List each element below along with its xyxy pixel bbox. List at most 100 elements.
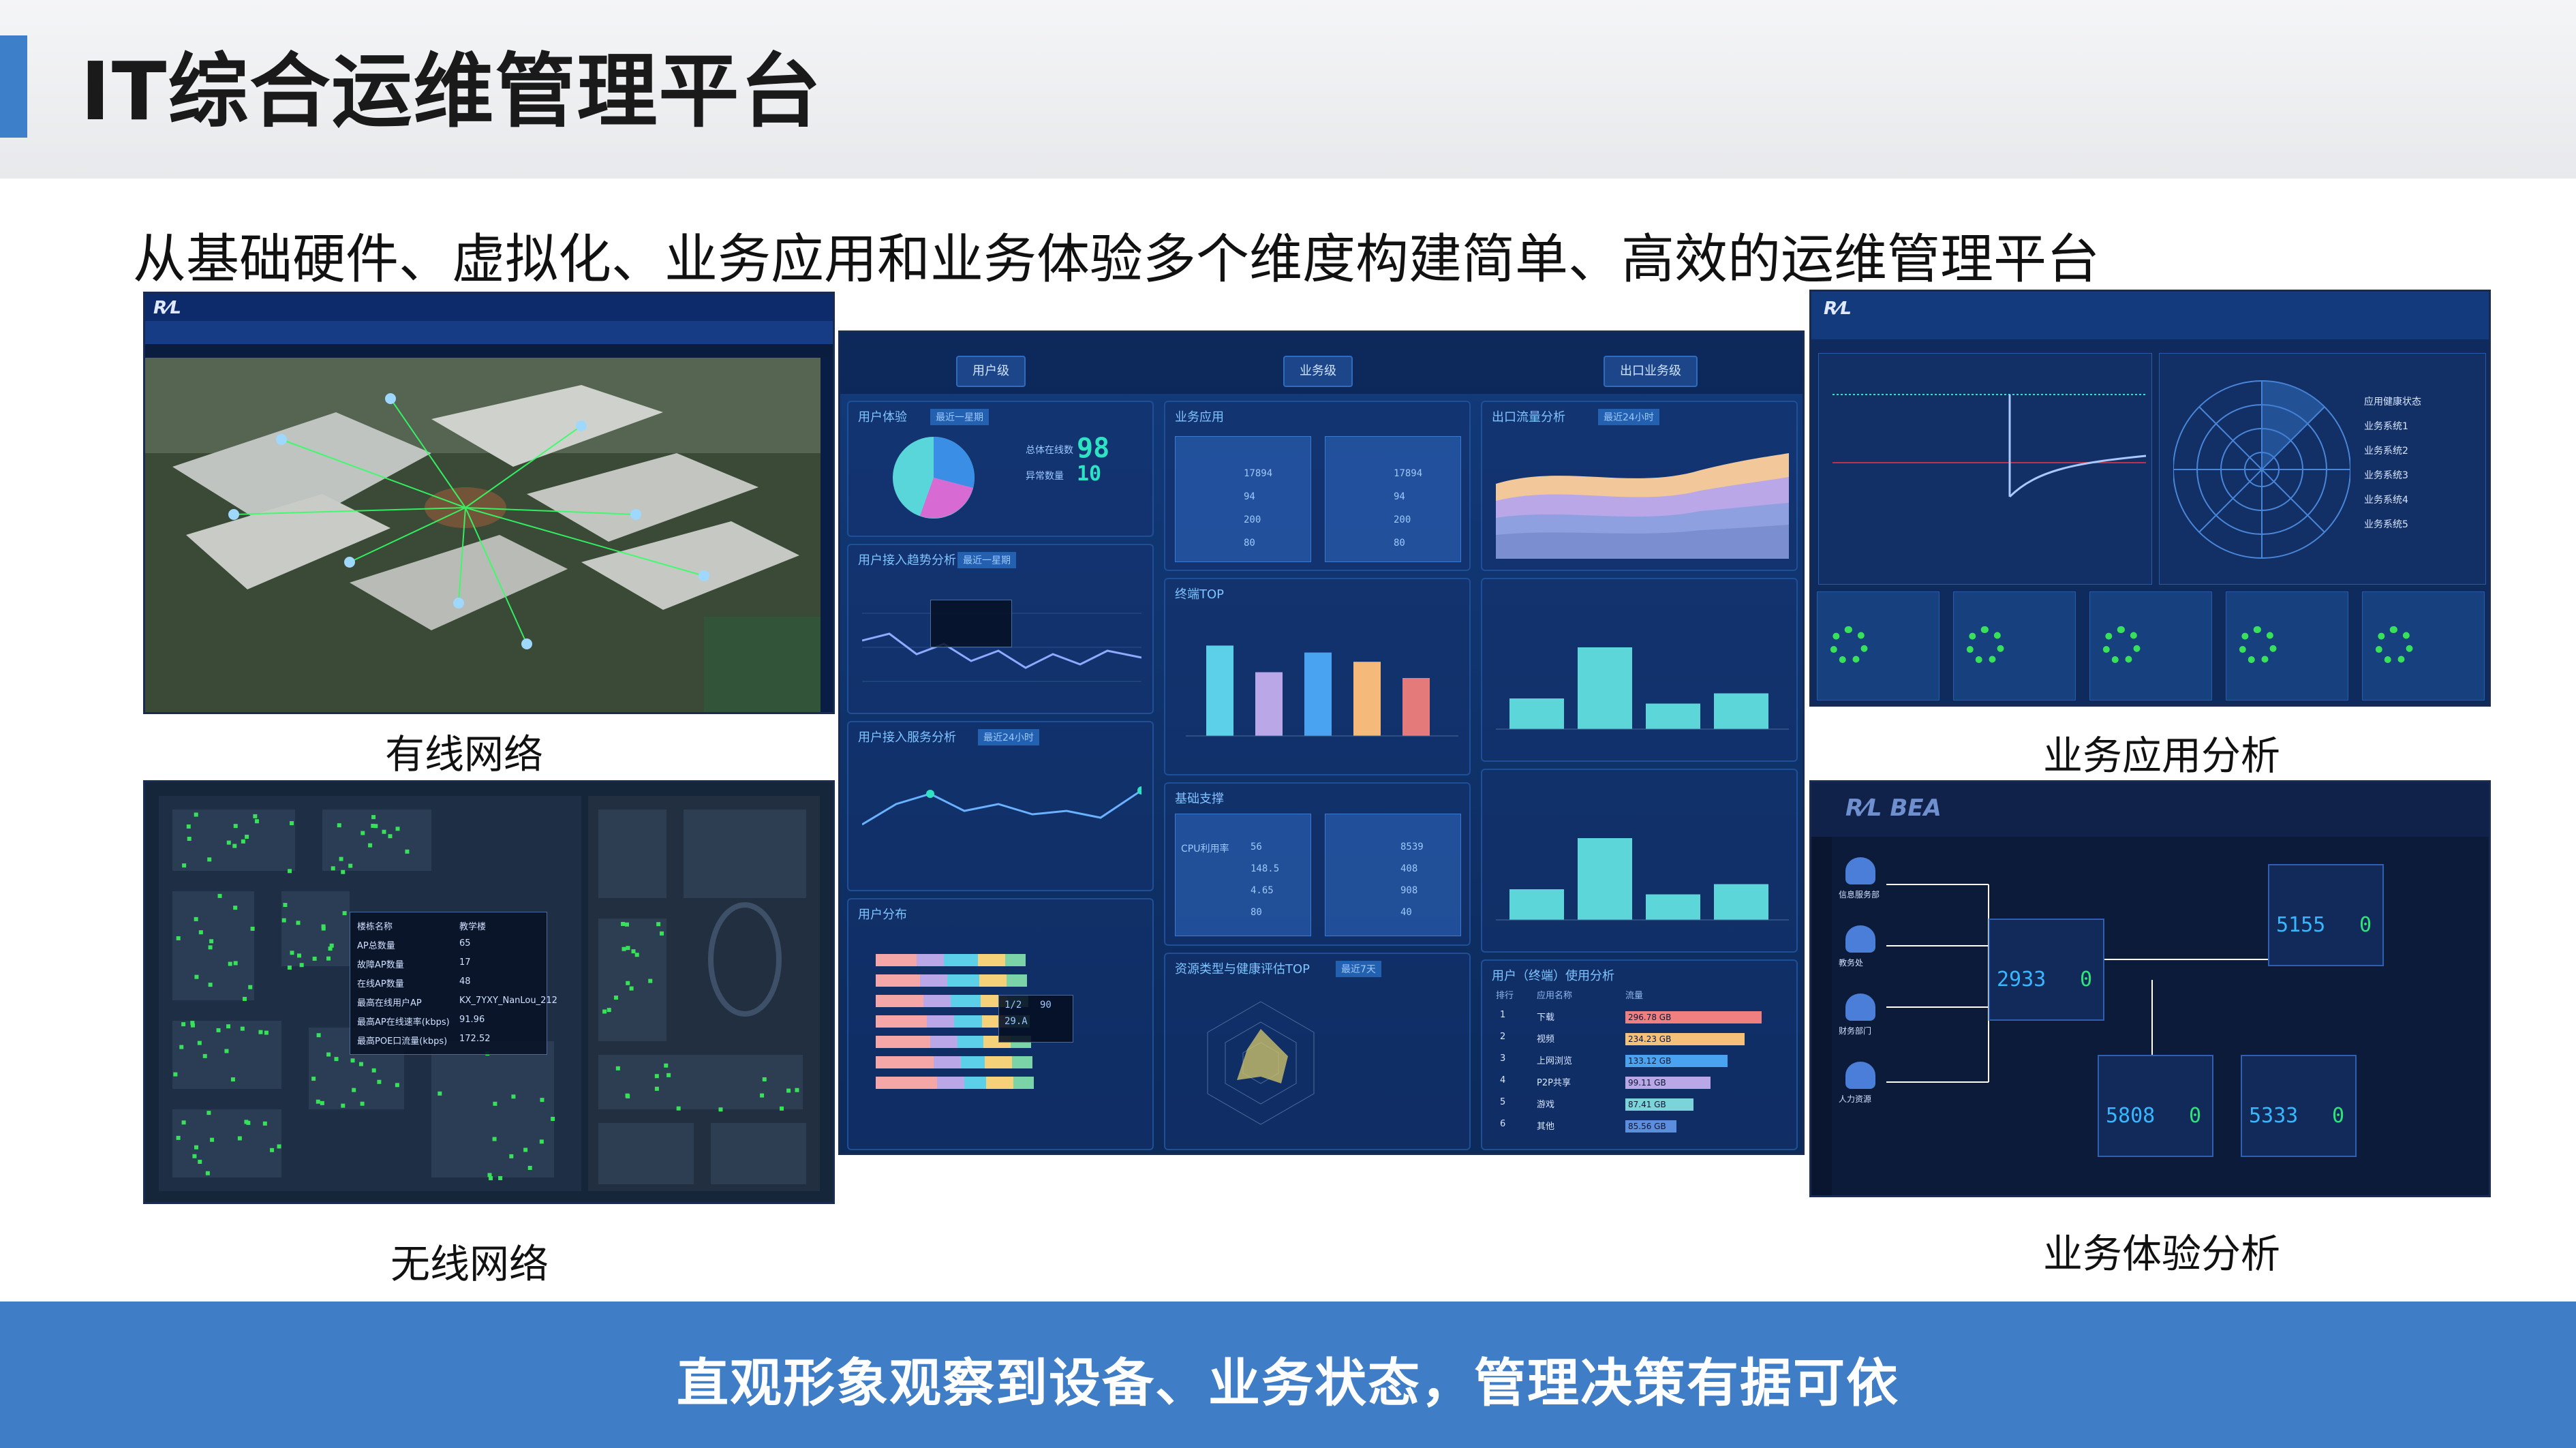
panel-export-traffic: 出口流量分析 最近24小时 bbox=[1481, 401, 1798, 571]
user-group-icon bbox=[1845, 857, 1875, 884]
app-time-b: 200 bbox=[1394, 514, 1411, 525]
ap-dot bbox=[216, 1028, 221, 1032]
caption-wired: 有线网络 bbox=[385, 731, 544, 777]
ap-dot bbox=[192, 1154, 197, 1158]
ap-dot bbox=[786, 1088, 791, 1093]
popup-row: 最高在线用户AP KX_7YXY_NanLou_212 bbox=[357, 996, 557, 1012]
ap-dot bbox=[321, 926, 326, 931]
wired-right-toolbar bbox=[821, 358, 833, 712]
ap-dot bbox=[377, 1079, 382, 1084]
exp-node-card[interactable]: 5808 0 bbox=[2098, 1055, 2213, 1157]
ap-dot bbox=[182, 863, 187, 868]
stack-segment bbox=[957, 1036, 983, 1048]
popup-row: 在线AP数量 48 bbox=[357, 976, 541, 993]
ap-dot bbox=[311, 1077, 316, 1081]
table-row: 3 上网浏览 133.12 GB bbox=[1489, 1053, 1792, 1071]
caption-experience-analysis: 业务体验分析 bbox=[2043, 1231, 2281, 1277]
ap-dot bbox=[194, 916, 198, 921]
ap-dot bbox=[360, 1101, 365, 1106]
ap-dot bbox=[288, 869, 292, 874]
ap-dot bbox=[190, 1021, 195, 1026]
exp-node-value: 2933 bbox=[1997, 968, 2046, 991]
table-row: 2 视频 234.23 GB bbox=[1489, 1032, 1792, 1049]
exp-node-card[interactable]: 2933 0 bbox=[1989, 919, 2104, 1021]
stack-segment bbox=[876, 1036, 930, 1048]
ap-dot bbox=[540, 1098, 545, 1103]
latency-dropdown[interactable]: 最近24小时 bbox=[978, 729, 1039, 745]
ap-dot bbox=[228, 961, 232, 966]
stack-segment bbox=[876, 974, 920, 987]
app-status-card[interactable] bbox=[2089, 591, 2212, 700]
terminal-bar bbox=[1304, 652, 1332, 736]
app-status-card[interactable] bbox=[1953, 591, 2076, 700]
tab-user-level[interactable]: 用户级 bbox=[956, 356, 1026, 387]
ap-dot bbox=[337, 823, 341, 828]
user-group-icon bbox=[1845, 1062, 1875, 1089]
tab-business-level[interactable]: 业务级 bbox=[1283, 356, 1353, 387]
table-app-name: 其他 bbox=[1537, 1122, 1555, 1132]
ap-dot bbox=[226, 1024, 231, 1029]
ap-dot bbox=[232, 844, 237, 848]
slide-footer: 直观形象观察到设备、业务状态，管理决策有据可依 bbox=[0, 1301, 2576, 1448]
export-traffic-area bbox=[1496, 453, 1789, 559]
wireless-network-screenshot: 楼栋名称 教学楼 AP总数量 65 故障AP数量 17 在线AP数量 48 最高在线用户AP KX… bbox=[143, 780, 835, 1204]
ap-dot bbox=[629, 986, 634, 991]
table-traffic: 234.23 GB bbox=[1625, 1033, 1745, 1045]
ap-dot bbox=[208, 945, 213, 950]
stack-segment bbox=[927, 1015, 954, 1028]
ap-dot bbox=[264, 1030, 269, 1035]
stack-segment bbox=[954, 1015, 982, 1028]
ap-dot bbox=[283, 902, 288, 907]
panel-terminal-top: 终端TOP bbox=[1164, 578, 1471, 775]
app-value-a: 17894 bbox=[1244, 468, 1273, 479]
app-status-card[interactable] bbox=[2362, 591, 2485, 700]
exp-node-card[interactable]: 5155 0 bbox=[2268, 864, 2384, 966]
table-traffic: 85.56 GB bbox=[1625, 1120, 1676, 1133]
ap-dot bbox=[654, 1086, 659, 1091]
central-dashboard: 用户级 业务级 出口业务级 用户体验 最近一星期 总体在线数 98 异常数量 1… bbox=[838, 330, 1805, 1155]
ap-dot bbox=[509, 1154, 514, 1158]
ap-dot bbox=[607, 1008, 611, 1013]
stack-segment bbox=[978, 954, 1005, 966]
ap-dot bbox=[350, 1058, 355, 1063]
user-status-dropdown[interactable]: 最近一星期 bbox=[930, 409, 989, 425]
tooltip-b: 90 bbox=[1040, 1000, 1052, 1011]
tab-export-level[interactable]: 出口业务级 bbox=[1604, 356, 1698, 387]
ap-dot bbox=[780, 1106, 784, 1111]
ap-dot bbox=[230, 1077, 235, 1082]
table-row: 5 游戏 87.41 GB bbox=[1489, 1097, 1792, 1115]
popup-value: 91.96 bbox=[459, 1015, 485, 1025]
terminal-bar bbox=[1255, 672, 1283, 736]
panel-latency: 用户接入服务分析 最近24小时 bbox=[847, 721, 1154, 891]
ap-dot bbox=[245, 834, 249, 839]
app-status-card[interactable] bbox=[1817, 591, 1939, 700]
business-app-card-a: 17894 94 200 80 bbox=[1175, 436, 1311, 562]
exp-node-card[interactable]: 5333 0 bbox=[2241, 1055, 2357, 1157]
panel-histogram-2 bbox=[1481, 769, 1798, 953]
ap-dot bbox=[388, 834, 393, 839]
ap-dot bbox=[395, 827, 400, 831]
user-stack-tooltip: 1/2 90 29.A bbox=[998, 995, 1073, 1043]
access-trend-dropdown[interactable]: 最近一星期 bbox=[957, 552, 1016, 568]
rate-d: 40 bbox=[1400, 907, 1412, 918]
terminal-bar bbox=[1206, 645, 1233, 736]
exp-node-value: 5808 bbox=[2106, 1104, 2156, 1128]
popup-key: 在线AP数量 bbox=[357, 979, 404, 989]
total-users-label: 总体在线数 bbox=[1026, 445, 1073, 456]
app-status-card[interactable] bbox=[2226, 591, 2348, 700]
popup-key: 故障AP数量 bbox=[357, 960, 404, 970]
ap-dot bbox=[253, 814, 258, 818]
ap-dot bbox=[181, 1120, 186, 1125]
table-rank: 1 bbox=[1500, 1010, 1506, 1020]
ap-dot bbox=[648, 979, 653, 983]
export-dropdown[interactable]: 最近24小时 bbox=[1598, 409, 1659, 425]
ap-dot bbox=[281, 918, 286, 923]
access-trend-title: 用户接入趋势分析 bbox=[858, 553, 956, 568]
popup-key: AP总数量 bbox=[357, 941, 395, 951]
caption-wireless: 无线网络 bbox=[390, 1241, 549, 1287]
radar-dropdown[interactable]: 最近7天 bbox=[1336, 961, 1381, 977]
slide-header: IT综合运维管理平台 bbox=[0, 0, 2576, 179]
popup-row: 最高AP在线速率(kbps) 91.96 bbox=[357, 1015, 541, 1031]
terminal-top-title: 终端TOP bbox=[1175, 587, 1225, 602]
ap-dot bbox=[760, 1093, 765, 1098]
